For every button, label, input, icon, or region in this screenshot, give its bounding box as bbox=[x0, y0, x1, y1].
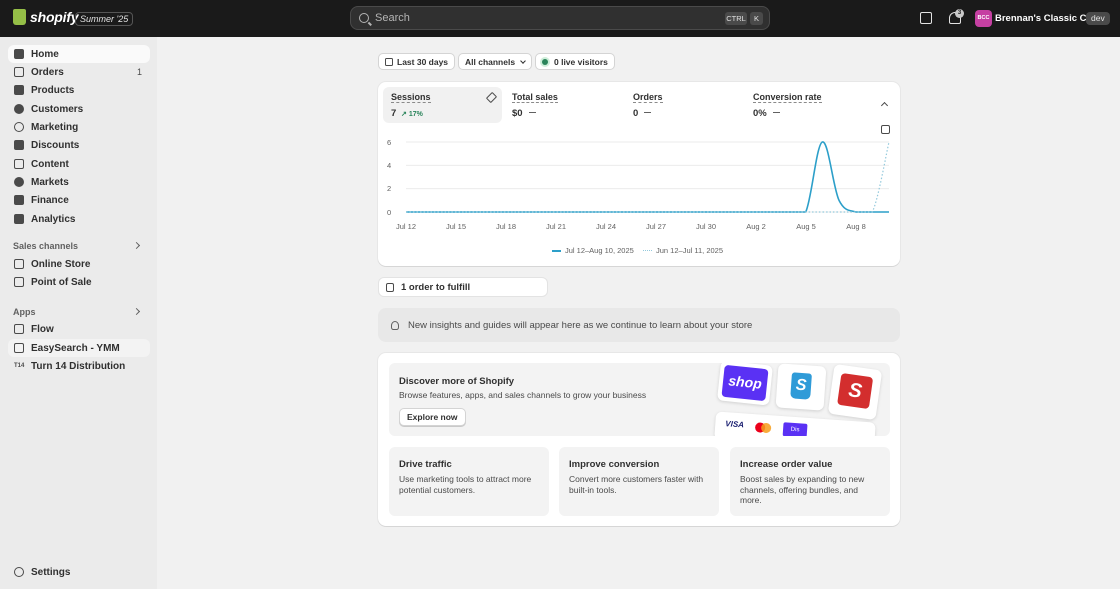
tip-title: Increase order value bbox=[740, 459, 833, 470]
payment-logo: Dis bbox=[782, 422, 808, 436]
lightbulb-icon bbox=[391, 320, 399, 330]
legend-label: Jul 12–Aug 10, 2025 bbox=[565, 246, 634, 255]
insights-banner: New insights and guides will appear here… bbox=[378, 308, 900, 342]
x-tick-label: Jul 27 bbox=[645, 222, 667, 231]
inbox-icon bbox=[386, 282, 394, 292]
red-s-logo: S bbox=[837, 372, 874, 410]
x-tick-label: Jul 24 bbox=[595, 222, 617, 231]
discover-subtitle: Browse features, apps, and sales channel… bbox=[399, 390, 647, 400]
tip-drive-traffic[interactable]: Drive traffic Use marketing tools to att… bbox=[389, 447, 549, 516]
shopify-bag-logo: S bbox=[790, 372, 812, 400]
orders-to-fulfill-button[interactable]: 1 order to fulfill bbox=[378, 277, 548, 297]
tip-title: Drive traffic bbox=[399, 459, 452, 470]
tip-text: Use marketing tools to attract more pote… bbox=[399, 474, 532, 495]
x-tick-label: Jul 18 bbox=[495, 222, 517, 231]
x-tick-label: Aug 5 bbox=[796, 222, 816, 231]
mastercard-logo bbox=[754, 422, 772, 434]
tip-text: Convert more customers faster with built… bbox=[569, 474, 704, 495]
x-tick-label: Aug 2 bbox=[746, 222, 766, 231]
visa-logo: VISA bbox=[725, 419, 745, 430]
tip-title: Improve conversion bbox=[569, 459, 660, 470]
shopify-app-tile: S bbox=[775, 363, 827, 411]
series-line-current[interactable] bbox=[406, 141, 889, 213]
discover-banner: Discover more of Shopify Browse features… bbox=[389, 363, 890, 436]
series-line-previous[interactable] bbox=[406, 141, 890, 213]
red-app-tile: S bbox=[827, 363, 883, 421]
x-tick-label: Jul 21 bbox=[545, 222, 567, 231]
tip-improve-conversion[interactable]: Improve conversion Convert more customer… bbox=[559, 447, 719, 516]
x-tick-label: Jul 15 bbox=[445, 222, 467, 231]
tip-increase-order-value[interactable]: Increase order value Boost sales by expa… bbox=[730, 447, 890, 516]
legend-label: Jun 12–Jul 11, 2025 bbox=[656, 246, 723, 255]
legend-swatch-solid bbox=[552, 249, 561, 252]
x-tick-label: Aug 8 bbox=[846, 222, 866, 231]
orders-to-fulfill-label: 1 order to fulfill bbox=[401, 281, 471, 293]
tip-text: Boost sales by expanding to new channels… bbox=[740, 474, 865, 505]
explore-now-button[interactable]: Explore now bbox=[399, 408, 466, 426]
legend-current[interactable]: Jul 12–Aug 10, 2025 bbox=[552, 246, 634, 255]
shop-app-tile: shop bbox=[717, 363, 773, 406]
insights-text: New insights and guides will appear here… bbox=[408, 319, 753, 331]
x-tick-label: Jul 12 bbox=[395, 222, 417, 231]
legend-swatch-dotted bbox=[643, 250, 652, 251]
discover-title: Discover more of Shopify bbox=[399, 376, 515, 387]
shop-logo: shop bbox=[721, 364, 769, 402]
x-tick-label: Jul 30 bbox=[695, 222, 717, 231]
legend-previous[interactable]: Jun 12–Jul 11, 2025 bbox=[643, 246, 723, 255]
